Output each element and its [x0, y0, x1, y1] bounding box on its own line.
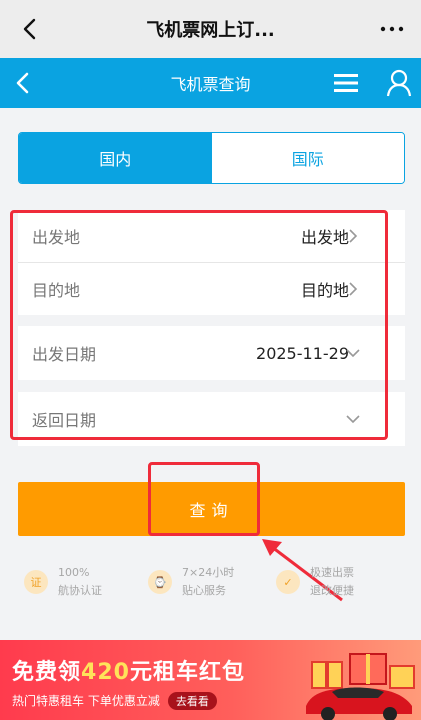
guarantee-line1: 7×24小时 — [182, 566, 235, 579]
hamburger-menu-icon — [334, 74, 358, 92]
tab-domestic[interactable]: 国内 — [19, 133, 212, 183]
more-button[interactable] — [377, 14, 407, 44]
clock-icon: ⌚ — [148, 570, 172, 594]
guarantee-fast-ticket: ✓ 极速出票 退改便捷 — [276, 564, 354, 604]
header-title: 飞机票查询 — [170, 75, 251, 94]
back-button[interactable] — [12, 12, 46, 46]
gift-car-icon — [306, 653, 415, 720]
app-top-bar: 飞机票网上订... — [0, 0, 421, 58]
banner-subline: 热门特惠租车 下单优惠立减 去看看 — [12, 692, 217, 710]
guarantee-line2: 退改便捷 — [310, 584, 354, 597]
user-icon — [386, 69, 412, 97]
car-rental-promo-banner[interactable]: 免费领420元租车红包 热门特惠租车 下单优惠立减 去看看 — [0, 640, 421, 720]
flight-header: 飞机票查询 — [0, 58, 421, 108]
tab-international[interactable]: 国际 — [211, 133, 404, 183]
header-back-button[interactable] — [6, 67, 38, 99]
headline-pre: 免费领 — [12, 660, 82, 685]
trip-type-tabs: 国内 国际 — [18, 132, 405, 184]
menu-button[interactable] — [332, 68, 360, 98]
guarantee-service: ⌚ 7×24小时 贴心服务 — [148, 564, 234, 604]
guarantee-certified: 证 100% 航协认证 — [24, 564, 102, 604]
certificate-icon: 证 — [24, 570, 48, 594]
check-icon: ✓ — [276, 570, 300, 594]
subline-text: 热门特惠租车 下单优惠立减 — [12, 694, 160, 708]
banner-headline: 免费领420元租车红包 — [12, 654, 245, 686]
chevron-left-icon — [16, 72, 29, 94]
flight-search-content: 国内 国际 出发地 出发地 目的地 目的地 出发日期 2025-11-29 返回… — [0, 108, 421, 640]
guarantee-line1: 100% — [58, 566, 90, 579]
page-title: 飞机票网上订... — [146, 20, 275, 41]
headline-post: 元租车红包 — [129, 660, 245, 685]
chevron-left-icon — [23, 18, 36, 40]
button-highlight-box — [148, 462, 260, 536]
form-highlight-box — [10, 210, 388, 440]
more-dots-icon — [380, 26, 404, 32]
guarantee-line2: 航协认证 — [58, 584, 102, 597]
user-button[interactable] — [384, 67, 414, 99]
guarantee-line1: 极速出票 — [310, 566, 354, 579]
headline-number: 420 — [81, 660, 130, 685]
guarantee-line2: 贴心服务 — [182, 584, 226, 597]
see-more-button[interactable]: 去看看 — [167, 692, 217, 710]
